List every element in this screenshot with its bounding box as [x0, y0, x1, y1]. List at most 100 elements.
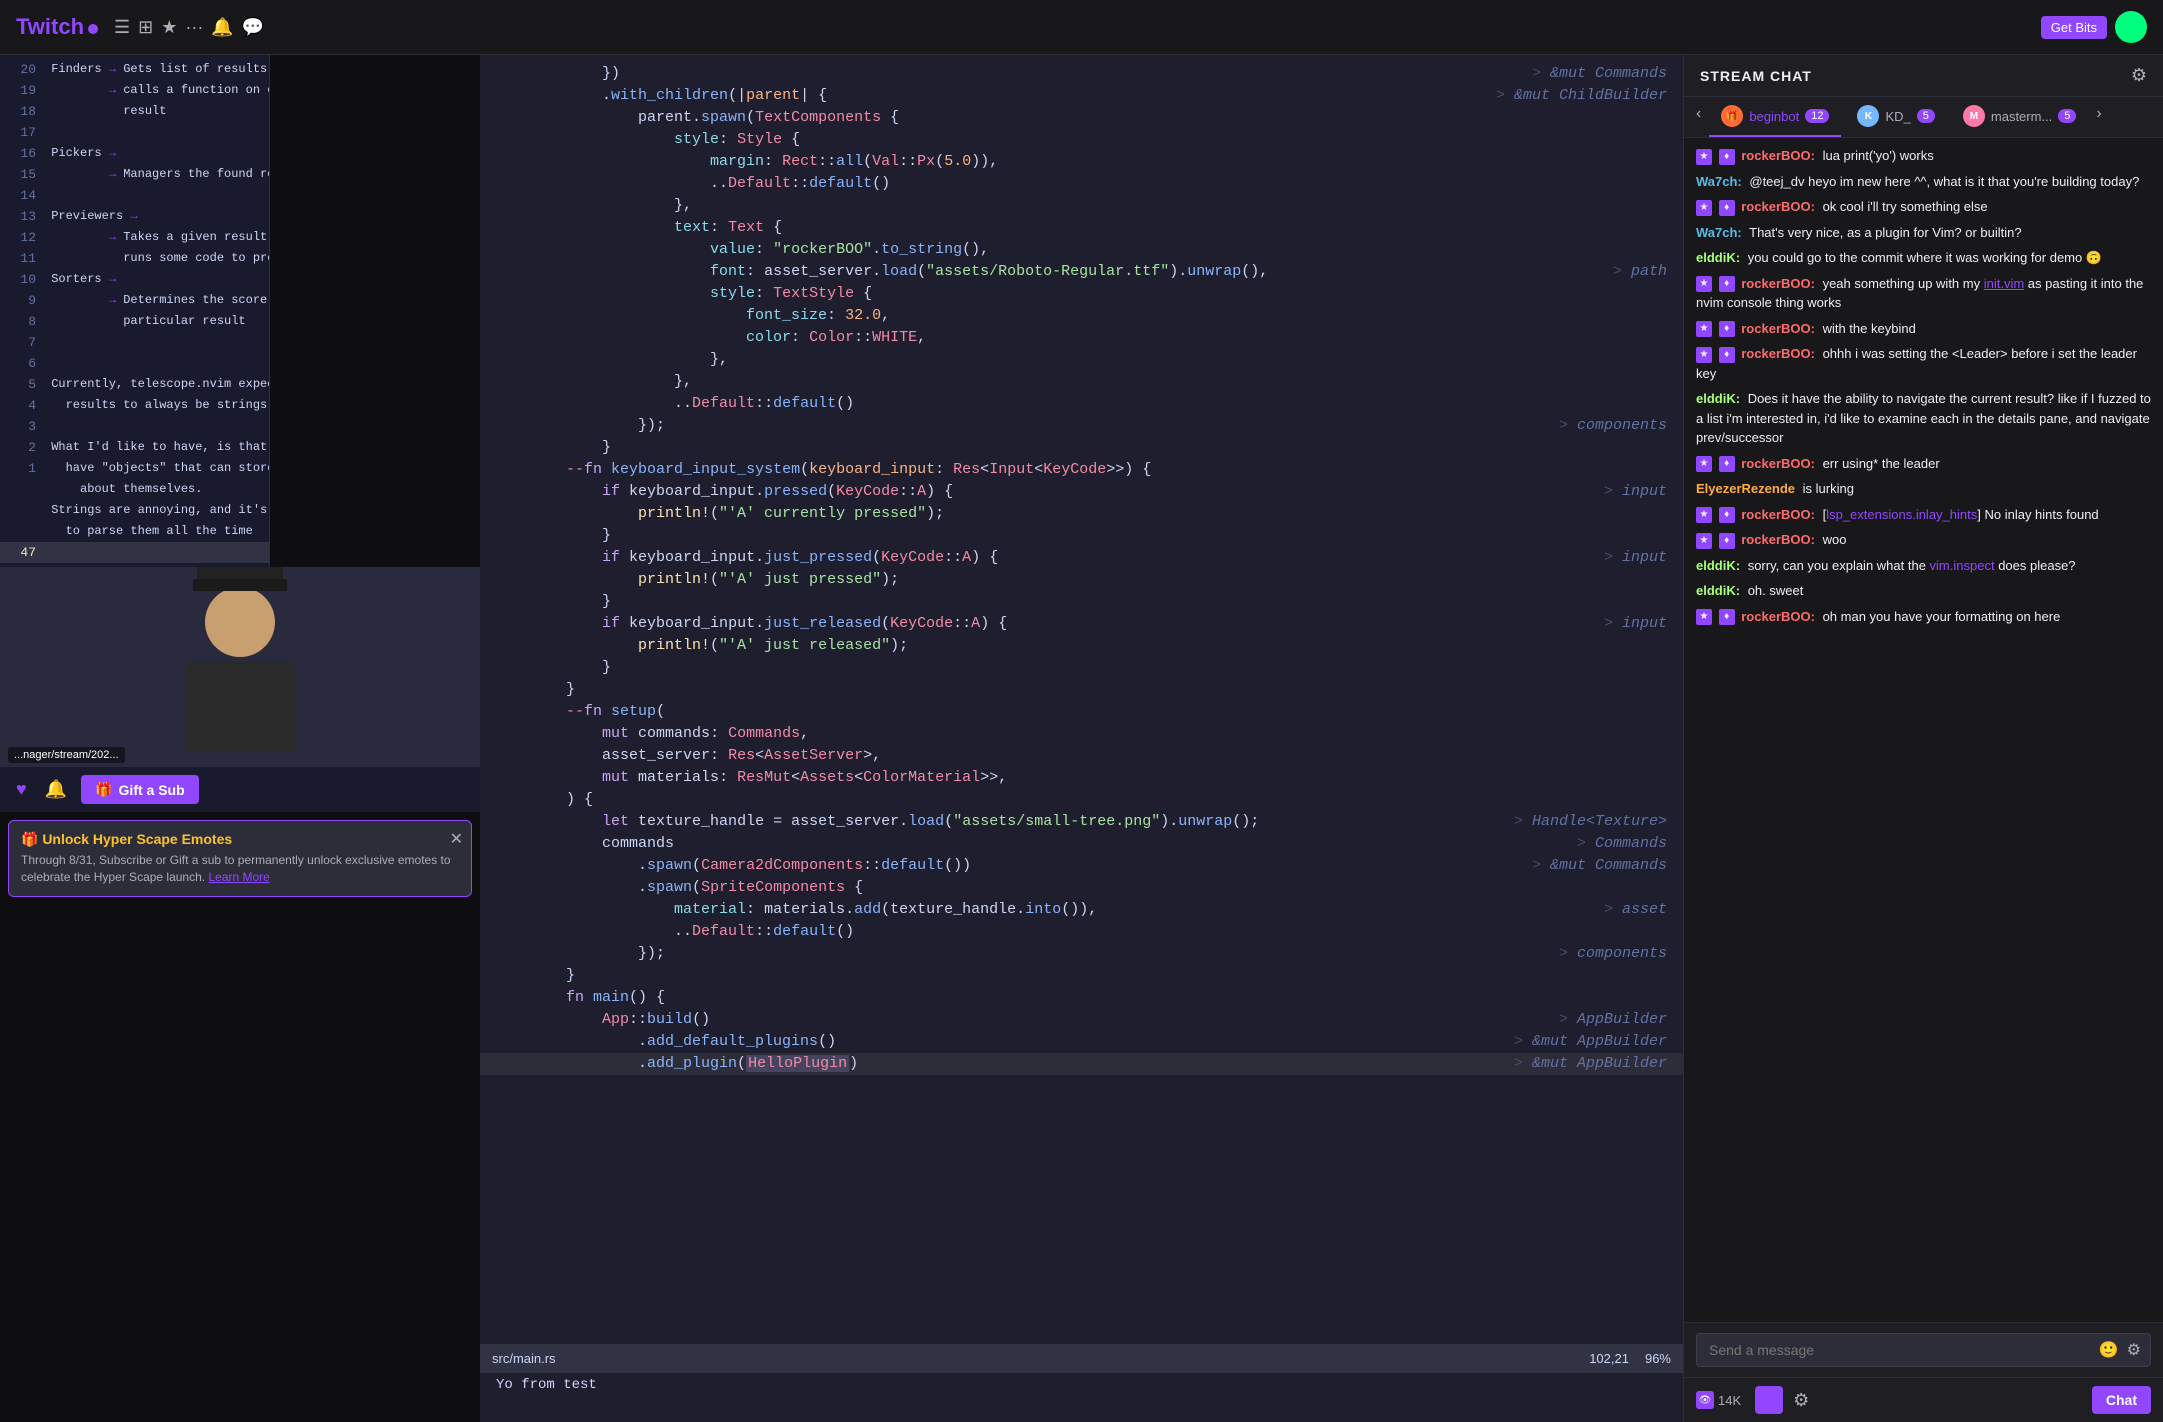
badge-bits: ♦ [1719, 321, 1735, 337]
chat-gear-button[interactable]: ⚙ [1793, 1390, 1809, 1411]
badge-bits: ♦ [1719, 609, 1735, 625]
badge-sub: ★ [1696, 276, 1712, 292]
code-line: if keyboard_input.just_pressed(KeyCode::… [480, 547, 1683, 569]
username-Wa7ch[interactable]: Wa7ch: [1696, 225, 1742, 240]
nav-icon-star[interactable]: ★ [161, 17, 177, 38]
username-rockerBOO[interactable]: rockerBOO: [1741, 148, 1815, 163]
nav-icon-bell[interactable]: 🔔 [211, 17, 233, 38]
badge-bits: ♦ [1719, 507, 1735, 523]
learn-more-link[interactable]: Learn More [208, 870, 269, 884]
chat-input-icons: 🙂 ⚙ [2099, 1340, 2141, 1360]
username-rockerBOO[interactable]: rockerBOO: [1741, 276, 1815, 291]
chat-message: ★ ♦ rockerBOO: oh man you have your form… [1696, 607, 2151, 627]
chat-message: ★ ♦ rockerBOO: ohhh i was setting the <L… [1696, 344, 2151, 383]
nvim-line: to parse them all the time [0, 521, 269, 542]
code-line: style: Style { [480, 129, 1683, 151]
chat-message: elddiK: oh. sweet [1696, 581, 2151, 601]
heart-button[interactable]: ♥ [12, 775, 31, 804]
message-text: oh man you have your formatting on here [1823, 609, 2061, 624]
chat-tab-masterm[interactable]: M masterm... 5 [1951, 97, 2089, 137]
code-line: .spawn(Camera2dComponents::default()) > … [480, 855, 1683, 877]
close-notification-button[interactable]: ✕ [450, 829, 463, 849]
code-editor: }) > &mut Commands .with_children(|paren… [480, 55, 1683, 1083]
nav-icon-grid[interactable]: ⊞ [138, 17, 153, 38]
username-rockerBOO[interactable]: rockerBOO: [1741, 346, 1815, 361]
twitch-logo[interactable]: Twitch [16, 14, 98, 40]
channel-icon [1755, 1386, 1783, 1414]
chat-message: elddiK: sorry, can you explain what the … [1696, 556, 2151, 576]
user-avatar[interactable] [2115, 11, 2147, 43]
nvim-line: 5 Currently, telescope.nvim expects [0, 374, 269, 395]
status-right: 102,21 96% [1589, 1351, 1671, 1366]
nvim-line-current[interactable]: 47 [0, 542, 269, 563]
username-elddiK[interactable]: elddiK: [1696, 250, 1740, 265]
nvim-line: 8 particular result [0, 311, 269, 332]
username-rockerBOO[interactable]: rockerBOO: [1741, 532, 1815, 547]
chat-header-title: STREAM CHAT [1700, 68, 1812, 84]
chat-tab-kd[interactable]: K KD_ 5 [1845, 97, 1946, 137]
nvim-line: 6 [0, 353, 269, 374]
code-line: ..Default::default() [480, 173, 1683, 195]
code-line: .add_plugin(HelloPlugin) > &mut AppBuild… [480, 1053, 1683, 1075]
code-line: if keyboard_input.just_released(KeyCode:… [480, 613, 1683, 635]
top-bar: Twitch ☰ ⊞ ★ ··· 🔔 💬 Get Bits [0, 0, 2163, 55]
bell-button[interactable]: 🔔 [41, 775, 71, 804]
message-text: woo [1823, 532, 1847, 547]
emote-notification: 🎁 Unlock Hyper Scape Emotes Through 8/31… [8, 820, 472, 897]
get-bits-button[interactable]: Get Bits [2041, 16, 2107, 39]
chat-settings-icon[interactable]: ⚙ [2131, 65, 2147, 86]
nvim-line: 14 [0, 185, 269, 206]
nvim-line: 16 Pickers → [0, 143, 269, 164]
username-Wa7ch[interactable]: Wa7ch: [1696, 174, 1742, 189]
chat-send-button[interactable]: Chat [2092, 1386, 2151, 1414]
message-text: you could go to the commit where it was … [1748, 250, 2102, 265]
viewers-number: 14K [1718, 1393, 1741, 1408]
username-ElyezerRezende[interactable]: ElyezerRezende [1696, 481, 1795, 496]
gift-sub-button[interactable]: 🎁 Gift a Sub [81, 775, 199, 804]
terminal: Yo from test [480, 1372, 1683, 1422]
nvim-line: 4 results to always be strings. [0, 395, 269, 416]
badge-sub: ★ [1696, 609, 1712, 625]
username-elddiK[interactable]: elddiK: [1696, 583, 1740, 598]
bits-icon[interactable]: ⚙ [2127, 1340, 2141, 1360]
username-rockerBOO[interactable]: rockerBOO: [1741, 199, 1815, 214]
kd-label: KD_ [1885, 109, 1910, 124]
nav-icon-list[interactable]: ☰ [114, 17, 130, 38]
code-line: material: materials.add(texture_handle.i… [480, 899, 1683, 921]
code-line: --fn keyboard_input_system(keyboard_inpu… [480, 459, 1683, 481]
nvim-line: about themselves. [0, 479, 269, 500]
username-rockerBOO[interactable]: rockerBOO: [1741, 609, 1815, 624]
terminal-output: Yo from test [496, 1377, 597, 1393]
chat-nav-prev[interactable]: ‹ [1692, 97, 1705, 137]
nav-icon-chat[interactable]: 💬 [242, 17, 264, 38]
username-elddiK[interactable]: elddiK: [1696, 391, 1740, 406]
nvim-line: 17 [0, 122, 269, 143]
username-rockerBOO[interactable]: rockerBOO: [1741, 321, 1815, 336]
badge-bits: ♦ [1719, 347, 1735, 363]
code-line: ) { [480, 789, 1683, 811]
badge-sub: ★ [1696, 347, 1712, 363]
code-line: println!("'A' currently pressed"); [480, 503, 1683, 525]
code-line: value: "rockerBOO".to_string(), [480, 239, 1683, 261]
chat-header: STREAM CHAT ⚙ [1684, 55, 2163, 97]
beginbot-label: beginbot [1749, 109, 1799, 124]
code-line: }) > &mut Commands [480, 63, 1683, 85]
emote-notification-title: 🎁 Unlock Hyper Scape Emotes [21, 831, 459, 848]
nvim-line: 20 Finders → Gets list of results [0, 59, 269, 80]
nvim-line: 13 Previewers → [0, 206, 269, 227]
code-line: style: TextStyle { [480, 283, 1683, 305]
chat-messages[interactable]: ★ ♦ rockerBOO: lua print('yo') works Wa7… [1684, 138, 2163, 1322]
code-scroll[interactable]: }) > &mut Commands .with_children(|paren… [480, 55, 1683, 1344]
chat-tab-beginbot[interactable]: 🎁 beginbot 12 [1709, 97, 1841, 137]
chat-nav-next[interactable]: › [2092, 97, 2105, 137]
username-rockerBOO[interactable]: rockerBOO: [1741, 456, 1815, 471]
chat-message: ★ ♦ rockerBOO: [lsp_extensions.inlay_hin… [1696, 505, 2151, 525]
nav-icon-more[interactable]: ··· [185, 17, 203, 38]
chat-input[interactable] [1696, 1333, 2151, 1367]
status-left: src/main.rs [492, 1351, 556, 1366]
username-elddiK[interactable]: elddiK: [1696, 558, 1740, 573]
nvim-line: 7 [0, 332, 269, 353]
nvim-line: 2 What I'd like to have, is that we can [0, 437, 269, 458]
username-rockerBOO[interactable]: rockerBOO: [1741, 507, 1815, 522]
emote-icon[interactable]: 🙂 [2099, 1340, 2119, 1360]
